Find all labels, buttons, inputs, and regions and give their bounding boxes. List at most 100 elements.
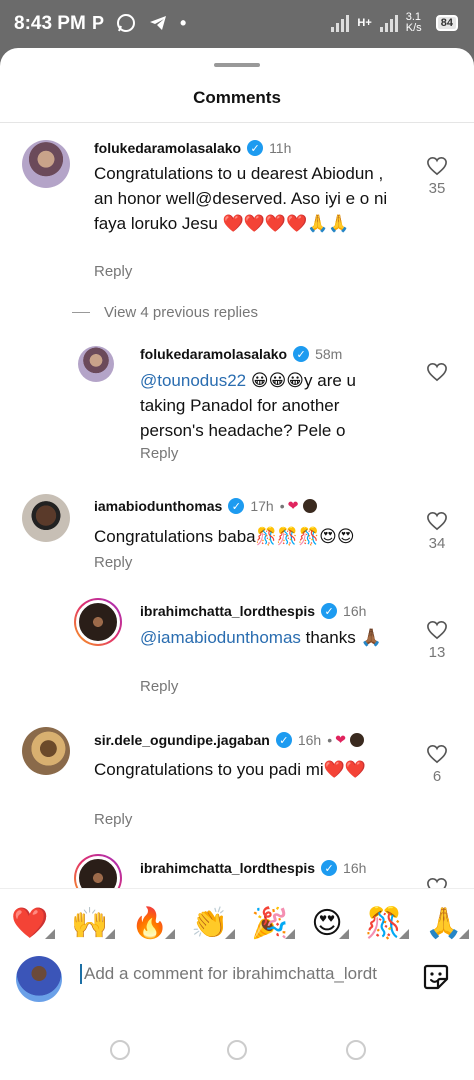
avatar[interactable] bbox=[78, 346, 114, 382]
reply-button[interactable]: Reply bbox=[94, 263, 132, 280]
heart-icon bbox=[427, 511, 447, 531]
username[interactable]: iamabiodunthomas bbox=[94, 498, 222, 514]
comment-header: iamabiodunthomas ✓ 17h • ❤ bbox=[94, 498, 318, 514]
comment-input[interactable] bbox=[80, 964, 414, 984]
comment-body: thanks 🙏🏾 bbox=[300, 628, 382, 647]
username[interactable]: ibrahimchatta_lordthespis bbox=[140, 860, 315, 876]
username[interactable]: ibrahimchatta_lordthespis bbox=[140, 603, 315, 619]
view-replies-label: View 4 previous replies bbox=[104, 304, 258, 321]
comment-header: folukedaramolasalako ✓ 58m bbox=[140, 346, 342, 362]
verified-badge-icon: ✓ bbox=[293, 346, 310, 362]
username[interactable]: sir.dele_ogundipe.jagaban bbox=[94, 732, 270, 748]
dot-icon: • bbox=[180, 13, 187, 33]
heart-icon: ❤ bbox=[335, 732, 346, 747]
separator: • bbox=[327, 732, 333, 748]
separator: • bbox=[279, 498, 285, 514]
comment-text: Congratulations to u dearest Abiodun , a… bbox=[94, 164, 388, 233]
mention-link[interactable]: @iamabiodunthomas bbox=[140, 628, 301, 647]
liked-by-creator: • ❤ bbox=[280, 498, 318, 514]
like-count: 35 bbox=[428, 180, 446, 197]
drag-handle[interactable] bbox=[214, 63, 260, 67]
timestamp: 11h bbox=[269, 140, 292, 156]
emoji-heart-eyes[interactable]: 😍 bbox=[311, 906, 349, 941]
like-button[interactable]: 34 bbox=[422, 511, 452, 552]
heart-icon bbox=[427, 744, 447, 764]
divider bbox=[72, 312, 90, 313]
creator-avatar bbox=[301, 498, 318, 514]
comment-header: ibrahimchatta_lordthespis ✓ 16h bbox=[140, 603, 366, 619]
sticker-icon[interactable] bbox=[421, 962, 451, 992]
reply-button[interactable]: Reply bbox=[94, 811, 132, 828]
creator-avatar bbox=[349, 732, 365, 748]
battery-icon: 84 bbox=[435, 15, 458, 31]
whatsapp-icon bbox=[116, 13, 136, 38]
mention-link[interactable]: @tounodus22 bbox=[140, 371, 246, 390]
user-avatar[interactable] bbox=[16, 956, 62, 1002]
reply-button[interactable]: Reply bbox=[140, 445, 178, 462]
username[interactable]: folukedaramolasalako bbox=[140, 346, 287, 362]
like-button[interactable]: 6 bbox=[422, 744, 452, 785]
heart-icon bbox=[427, 362, 447, 382]
telegram-icon bbox=[148, 13, 168, 38]
status-notification-icons: P • bbox=[92, 13, 186, 38]
verified-badge-icon: ✓ bbox=[321, 860, 338, 876]
emoji-raised-hands[interactable]: 🙌 bbox=[71, 906, 116, 941]
heart-icon: ❤ bbox=[287, 498, 299, 513]
timestamp: 17h bbox=[250, 498, 274, 514]
status-right: H+ 3.1 K/s 84 bbox=[331, 12, 458, 34]
liked-by-creator: • ❤ bbox=[327, 732, 365, 748]
heart-icon bbox=[427, 156, 447, 176]
nav-back-button[interactable] bbox=[346, 1040, 366, 1060]
net-speed: 3.1 K/s bbox=[405, 11, 422, 34]
comment-header: sir.dele_ogundipe.jagaban ✓ 16h • ❤ bbox=[94, 732, 365, 748]
signal-icon-2 bbox=[379, 14, 398, 32]
like-count: 6 bbox=[432, 768, 442, 785]
like-button[interactable]: 35 bbox=[422, 156, 452, 197]
comment-text: Congratulations to you padi mi❤️❤️ bbox=[94, 760, 366, 779]
like-count: 13 bbox=[428, 644, 446, 661]
network-type: H+ bbox=[357, 17, 372, 29]
verified-badge-icon: ✓ bbox=[247, 140, 264, 156]
sheet-title: Comments bbox=[193, 88, 281, 107]
verified-badge-icon: ✓ bbox=[275, 732, 292, 748]
emoji-fire[interactable]: 🔥 bbox=[131, 906, 176, 941]
comment-header: folukedaramolasalako ✓ 11h bbox=[94, 140, 291, 156]
avatar[interactable] bbox=[22, 494, 70, 542]
emoji-heart[interactable]: ❤️ bbox=[11, 906, 56, 941]
timestamp: 58m bbox=[315, 346, 343, 362]
avatar[interactable] bbox=[22, 727, 70, 775]
comment-text: Congratulations baba🎊🎊🎊😍😍 bbox=[94, 527, 355, 546]
avatar[interactable] bbox=[22, 140, 70, 188]
reply-button[interactable]: Reply bbox=[94, 554, 132, 571]
reply-button[interactable]: Reply bbox=[140, 678, 178, 695]
verified-badge-icon: ✓ bbox=[228, 498, 245, 514]
timestamp: 16h bbox=[343, 603, 367, 619]
comment-input-row bbox=[0, 948, 474, 1008]
avatar-image bbox=[76, 600, 120, 644]
heart-icon bbox=[427, 620, 447, 640]
emoji-pray[interactable]: 🙏 bbox=[425, 906, 470, 941]
emoji-confetti[interactable]: 🎊 bbox=[365, 906, 410, 941]
divider bbox=[0, 122, 474, 123]
username[interactable]: folukedaramolasalako bbox=[94, 140, 241, 156]
emoji-party-popper[interactable]: 🎉 bbox=[251, 906, 296, 941]
timestamp: 16h bbox=[343, 860, 367, 876]
like-button[interactable] bbox=[422, 362, 452, 382]
p-app-icon: P bbox=[92, 13, 105, 33]
emoji-clap[interactable]: 👏 bbox=[191, 906, 236, 941]
avatar[interactable] bbox=[74, 598, 122, 646]
like-button[interactable]: 13 bbox=[422, 620, 452, 661]
status-time: 8:43 PM bbox=[14, 13, 86, 34]
signal-icon bbox=[331, 14, 350, 32]
timestamp: 16h bbox=[297, 732, 322, 748]
comment-text: @tounodus22 😀😀😀y are u taking Panadol fo… bbox=[140, 368, 400, 443]
verified-badge-icon: ✓ bbox=[321, 603, 338, 619]
like-count: 34 bbox=[428, 535, 446, 552]
emoji-reaction-bar: ❤️ 🙌 🔥 👏 🎉 😍 🎊 🙏 bbox=[0, 888, 474, 957]
comment-header: ibrahimchatta_lordthespis ✓ 16h bbox=[140, 860, 366, 876]
view-previous-replies[interactable]: View 4 previous replies bbox=[72, 304, 258, 321]
nav-recent-button[interactable] bbox=[110, 1040, 130, 1060]
status-bar: 8:43 PM P • H+ 3.1 K/s 84 bbox=[0, 0, 474, 48]
nav-home-button[interactable] bbox=[227, 1040, 247, 1060]
system-nav-bar bbox=[0, 1018, 474, 1080]
